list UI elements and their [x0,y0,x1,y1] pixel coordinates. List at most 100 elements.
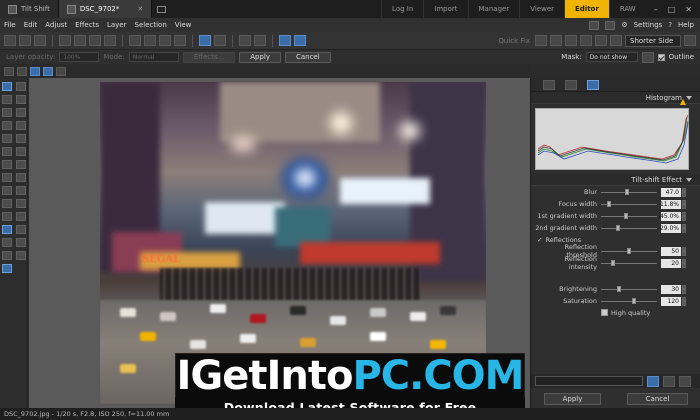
slider-knob[interactable] [625,189,629,195]
gradient2-value[interactable]: 29.0% [660,223,681,233]
heal-icon[interactable] [16,186,26,195]
redo-icon[interactable] [214,35,226,46]
auto-fix-icon[interactable] [535,35,547,46]
reflection-intensity-value[interactable]: 20 [661,258,681,268]
mask-tool-icon[interactable] [2,238,12,247]
apply-button[interactable]: Apply [239,51,281,63]
slider-knob[interactable] [616,225,620,231]
zoom-out-icon[interactable] [17,66,27,76]
grid-icon[interactable] [56,66,66,76]
clone-icon[interactable] [2,186,12,195]
new-tab-button[interactable] [152,0,170,18]
reflection-threshold-slider[interactable] [601,247,657,255]
help-icon[interactable]: ? [668,21,672,29]
help-button[interactable]: Help [678,21,694,29]
red-eye-icon[interactable] [565,35,577,46]
menu-adjust[interactable]: Adjust [41,21,71,29]
layer-opacity-field[interactable]: 100% [59,52,100,62]
mask-select[interactable]: Do not show [585,52,638,62]
rotate-left-icon[interactable] [239,35,251,46]
gradient2-slider[interactable] [601,224,657,232]
reflection-intensity-spinner[interactable] [682,258,686,268]
saturation-spinner[interactable] [682,296,686,306]
effects-button[interactable]: Effects... [182,51,236,63]
sharpen-tool-icon[interactable] [16,212,26,221]
red-eye-tool-icon[interactable] [16,225,26,234]
color-icon[interactable] [580,35,592,46]
light-icon[interactable] [595,35,607,46]
dodge-icon[interactable] [2,199,12,208]
paste-new-icon[interactable] [104,35,116,46]
rect-select-icon[interactable] [2,108,12,117]
blur-slider[interactable] [601,188,657,196]
undo-icon[interactable] [199,35,211,46]
magic-wand-icon[interactable] [2,121,12,130]
brush-icon[interactable] [2,147,12,156]
fullscreen-icon[interactable] [684,35,696,46]
mode-viewer[interactable]: Viewer [519,0,564,18]
close-icon[interactable]: ✕ [137,5,143,13]
slider-knob[interactable] [611,260,615,266]
shape-tool-icon[interactable] [16,134,26,143]
delete-preset-icon[interactable] [663,375,675,387]
zoom-fit-icon[interactable] [159,35,171,46]
gradient1-spinner[interactable] [682,211,686,221]
mode-editor[interactable]: Editor [564,0,609,18]
compare-view-icon[interactable] [294,35,306,46]
focus-width-spinner[interactable] [682,199,686,209]
crop-icon[interactable] [550,35,562,46]
blend-mode-select[interactable]: Normal [128,52,179,62]
actual-size-icon[interactable] [43,66,53,76]
zoom-icon[interactable] [4,66,14,76]
gradient-icon[interactable] [2,173,12,182]
split-view-icon[interactable] [279,35,291,46]
fill-icon[interactable] [16,160,26,169]
cut-icon[interactable] [59,35,71,46]
lasso-icon[interactable] [16,108,26,117]
burn-icon[interactable] [16,199,26,208]
zoom-actual-icon[interactable] [174,35,186,46]
zoom-out-icon[interactable] [144,35,156,46]
background-color-icon[interactable] [16,251,26,260]
gradient1-slider[interactable] [601,212,657,220]
menu-effects[interactable]: Effects [71,21,103,29]
panel-icon[interactable] [605,20,616,30]
panel-apply-button[interactable]: Apply [543,393,602,405]
mode-manager[interactable]: Manager [467,0,520,18]
menu-file[interactable]: File [0,21,20,29]
pencil-icon[interactable] [16,147,26,156]
hand-tool-icon[interactable] [16,82,26,91]
focus-width-slider[interactable] [601,200,657,208]
brightening-slider[interactable] [601,285,657,293]
reset-icon[interactable] [679,375,691,387]
maximize-icon[interactable]: □ [668,5,676,14]
open-icon[interactable] [4,35,16,46]
preset-select[interactable] [535,376,643,386]
slider-knob[interactable] [607,201,611,207]
menu-layer[interactable]: Layer [103,21,131,29]
gear-icon[interactable]: ⚙ [621,21,627,29]
zoom-tool-icon[interactable] [2,82,12,91]
reflection-intensity-slider[interactable] [601,259,657,267]
high-quality-checkbox[interactable] [601,309,608,316]
tilt-shift-tool-icon[interactable] [2,225,12,234]
save-preset-icon[interactable] [647,375,659,387]
histogram-header[interactable]: Histogram [531,92,700,104]
saturation-value[interactable]: 120 [661,296,681,306]
copy-icon[interactable] [74,35,86,46]
gradient2-spinner[interactable] [682,223,686,233]
gradient1-value[interactable]: 45.0% [660,211,681,221]
effect-header[interactable]: Tilt-shift Effect [531,174,700,186]
rotate-right-icon[interactable] [254,35,266,46]
save-icon[interactable] [19,35,31,46]
tab-tilt-shift[interactable]: Tilt Shift [0,0,59,18]
mask-color-icon[interactable] [641,51,654,63]
menu-edit[interactable]: Edit [20,21,42,29]
blur-tool-icon[interactable] [2,212,12,221]
text-tool-icon[interactable] [2,134,12,143]
blur-spinner[interactable] [682,187,686,197]
sharpen-icon[interactable] [610,35,622,46]
brush-panel-icon[interactable] [543,79,555,90]
saturation-slider[interactable] [601,297,657,305]
layers-panel-icon[interactable] [565,79,577,90]
